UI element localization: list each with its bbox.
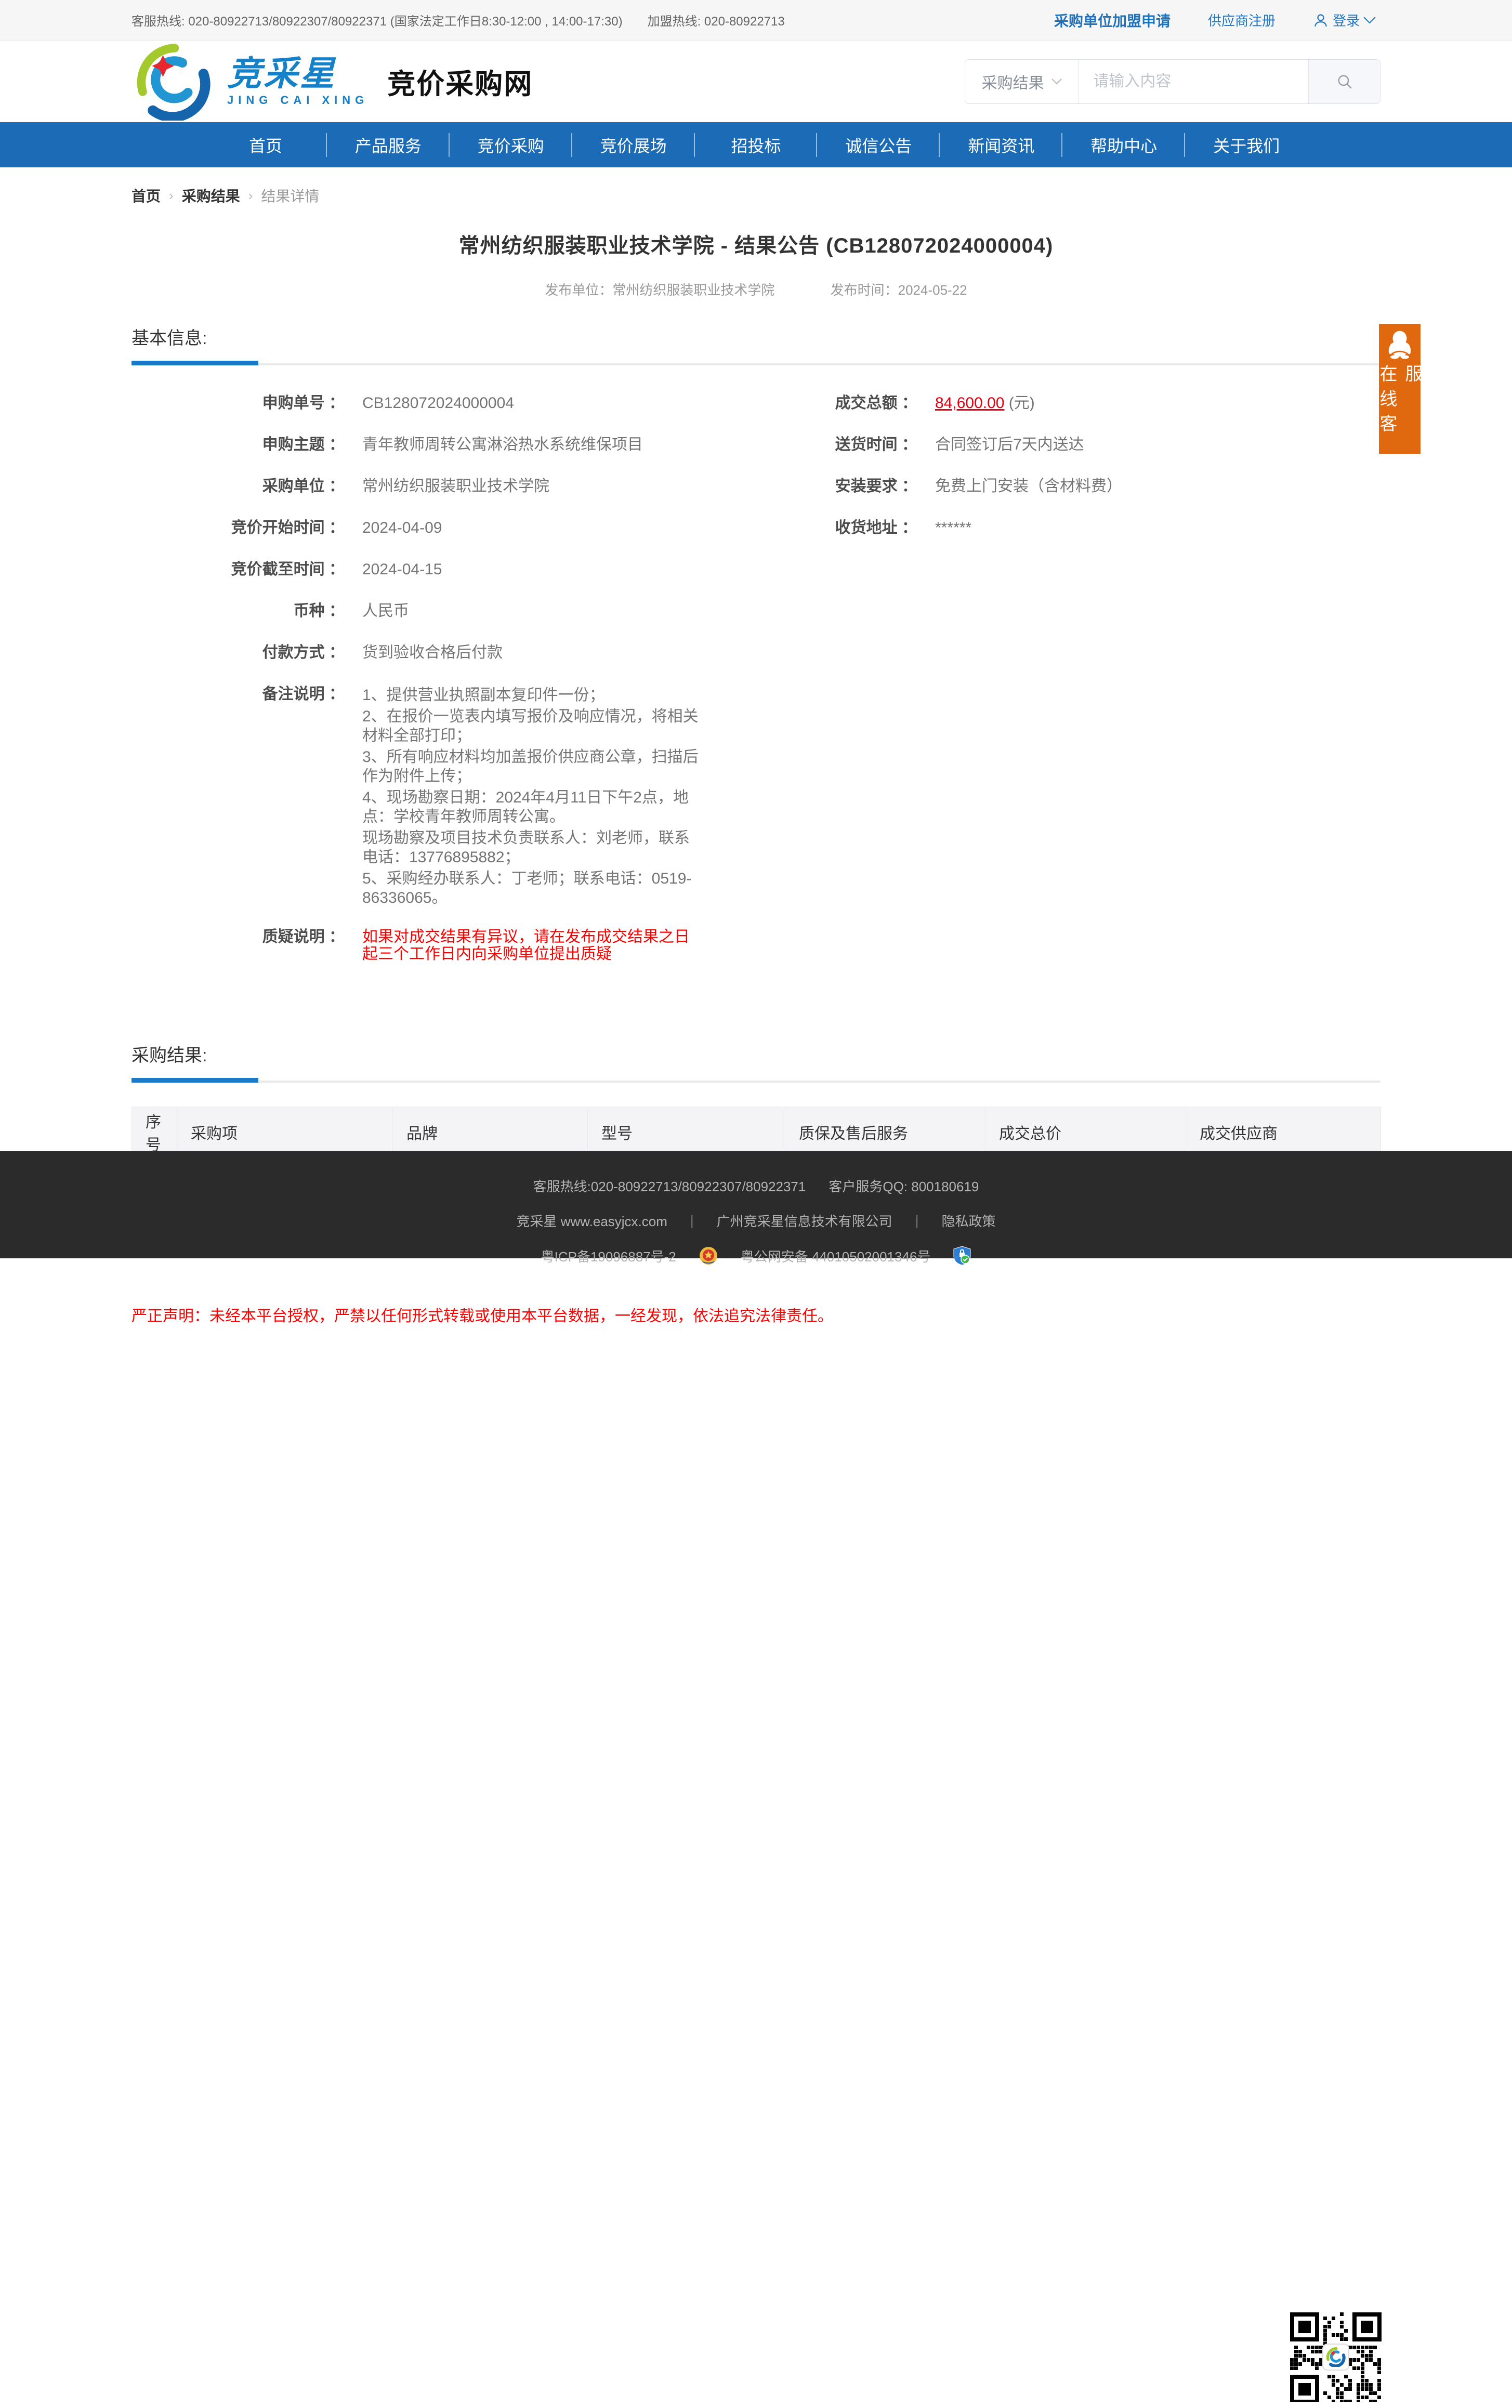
nav-item-tenders[interactable]: 招投标 [695,122,818,167]
online-service-tab[interactable]: 在线客服 [1377,324,1422,454]
nav-item-bidding[interactable]: 竞价采购 [450,122,572,167]
user-icon [1314,14,1327,27]
brand-name-en: JING CAI XING [227,93,369,107]
publisher: 发布单位：常州纺织服装职业技术学院 [545,282,775,298]
challenge-notice: 如果对成交结果有异议，请在发布成交结果之日起三个工作日内向采购单位提出质疑 [362,928,690,963]
login-link[interactable]: 登录 [1313,10,1380,30]
remark-line: 4、现场勘察日期：2024年4月11日下午2点，地点：学校青年教师周转公寓。 [362,789,689,825]
field-subject: 申购主题 ： 青年教师周转公寓淋浴热水系统维保项目 [262,436,643,453]
publish-info: 发布单位：常州纺织服装职业技术学院 发布时间：2024-05-22 [132,280,1380,299]
field-install-req: 安装要求 ： 免费上门安装（含材料费） [835,478,1122,495]
publish-time: 发布时间：2024-05-22 [830,282,967,298]
field-purchaser: 采购单位 ： 常州纺织服装职业技术学院 [262,478,549,495]
remark-line: 2、在报价一览表内填写报价及响应情况，将相关材料全部打印； [362,708,699,744]
footer-line-links: 竞采星 www.easyjcx.com | 广州竞采星信息技术有限公司 | 隐私… [505,1211,1007,1230]
col-index: 序号 [132,1107,177,1157]
nav-item-products[interactable]: 产品服务 [327,122,450,167]
nav-item-integrity[interactable]: 诚信公告 [817,122,940,167]
qr-code [1284,2306,1388,2408]
footer-police-link[interactable]: 粤公网安备 44010502001346号 [741,1246,931,1266]
police-badge-icon [699,1246,718,1265]
service-hotline: 客服热线: 020-80922713/80922307/80922371 (国家… [132,15,623,29]
main-nav: 首页 产品服务 竞价采购 竞价展场 招投标 诚信公告 新闻资讯 帮助中心 关于我… [0,122,1512,167]
site-footer: 客服热线:020-80922713/80922307/80922371 客户服务… [0,1151,1512,2408]
footer-qq: 客户服务QQ: 800180619 [829,1179,979,1194]
result-heading: 采购结果: [132,1046,207,1065]
total-amount-link[interactable]: 84,600.00 [935,394,1004,412]
search-box: 采购结果 [965,59,1380,104]
field-delivery-time: 送货时间 ： 合同签订后7天内送达 [835,436,1084,453]
legal-disclaimer: 严正声明：未经本平台授权，严禁以任何形式转载或使用本平台数据，一经发现，依法追究… [132,1308,833,1325]
footer-site-link[interactable]: 竞采星 www.easyjcx.com [517,1211,667,1230]
top-bar: 客服热线: 020-80922713/80922307/80922371 (国家… [0,0,1512,41]
footer-privacy-link[interactable]: 隐私政策 [941,1211,995,1230]
search-button[interactable] [1308,59,1380,103]
field-challenge: 质疑说明 ： 如果对成交结果有异议，请在发布成交结果之日起三个工作日内向采购单位… [132,928,704,963]
brand-name-cn: 竞采星 [227,54,336,93]
field-remarks: 备注说明 ： 1、提供营业执照副本复印件一份； 2、在报价一览表内填写报价及响应… [132,686,704,910]
section-underline [132,1078,1380,1083]
breadcrumb-current: 结果详情 [261,188,320,204]
field-delivery-address: 收货地址 ： ****** [835,519,972,536]
online-service-label: 在线客服 [1377,364,1422,439]
amount-unit: (元) [1004,394,1035,412]
breadcrumb-separator: › [169,187,174,203]
field-total-amount: 成交总额 ： 84,600.00 (元) [835,394,1035,412]
remark-line: 3、所有响应材料均加盖报价供应商公章，扫描后作为附件上传； [362,748,699,785]
supplier-register-link[interactable]: 供应商注册 [1208,10,1276,30]
section-underline [132,361,1380,365]
footer-company-link[interactable]: 广州竞采星信息技术有限公司 [717,1211,892,1230]
table-header-row: 序号 采购项 品牌 型号 质保及售后服务 成交总价 成交供应商 [132,1107,1381,1157]
footer-icp-link[interactable]: 粤ICP备19096887号-2 [541,1246,676,1266]
footer-hotline: 客服热线:020-80922713/80922307/80922371 [533,1179,806,1194]
remark-line: 1、提供营业执照副本复印件一份； [362,687,605,704]
breadcrumb-home[interactable]: 首页 [132,185,161,206]
nav-item-showroom[interactable]: 竞价展场 [572,122,695,167]
col-warranty: 质保及售后服务 [785,1107,985,1157]
brand-swirl-icon [137,43,211,121]
security-shield-icon [953,1246,971,1266]
purchaser-apply-link[interactable]: 采购单位加盟申请 [1054,10,1171,31]
breadcrumb-separator: › [248,187,253,203]
col-item: 采购项 [177,1107,393,1157]
remark-line: 5、采购经办联系人：丁老师；联系电话：0519-86336065。 [362,870,692,906]
nav-item-help[interactable]: 帮助中心 [1062,122,1185,167]
search-category-select[interactable]: 采购结果 [965,59,1079,103]
chevron-down-icon [1051,78,1062,84]
remark-line: 现场勘察及项目技术负责联系人：刘老师，联系电话：13776895882； [362,830,690,866]
basic-info-grid: 申购单号 ： CB128072024000004 申购主题 ： 青年教师周转公寓… [132,394,1380,987]
footer-line-hotline: 客服热线:020-80922713/80922307/80922371 客户服务… [522,1176,991,1195]
basic-info-heading: 基本信息: [132,328,207,348]
col-supplier: 成交供应商 [1186,1107,1381,1157]
field-currency: 币种 ： 人民币 [293,602,409,620]
field-order-no: 申购单号 ： CB128072024000004 [262,394,514,412]
nav-item-home[interactable]: 首页 [204,122,327,167]
site-header: 竞采星 JING CAI XING 竞价采购网 采购结果 [0,41,1512,122]
join-hotline: 加盟热线: 020-80922713 [647,15,785,29]
qq-penguin-icon [1388,331,1411,359]
field-start-time: 竞价开始时间 ： 2024-04-09 [231,519,442,536]
site-name: 竞价采购网 [387,69,533,100]
field-end-time: 竞价截至时间 ： 2024-04-15 [231,561,442,578]
col-brand: 品牌 [392,1107,588,1157]
col-model: 型号 [587,1107,785,1157]
footer-line-icp: 粤ICP备19096887号-2 粤公网安备 44010502001346号 [530,1246,983,1266]
search-input[interactable] [1079,59,1309,103]
chevron-down-icon [1363,16,1380,24]
field-payment: 付款方式 ： 货到验收合格后付款 [262,644,503,661]
nav-item-about[interactable]: 关于我们 [1185,122,1308,167]
page-title: 常州纺织服装职业技术学院 - 结果公告 (CB128072024000004) [458,234,1054,257]
breadcrumb-results[interactable]: 采购结果 [182,185,240,206]
main-content: 首页 › 采购结果 › 结果详情 常州纺织服装职业技术学院 - 结果公告 (CB… [0,167,1512,1325]
site-logo[interactable]: 竞采星 JING CAI XING 竞价采购网 [132,43,533,121]
col-price: 成交总价 [985,1107,1186,1157]
nav-item-news[interactable]: 新闻资讯 [940,122,1062,167]
qr-center-logo [1322,2344,1349,2371]
search-icon [1338,74,1352,89]
breadcrumb: 首页 › 采购结果 › 结果详情 [132,167,1380,206]
